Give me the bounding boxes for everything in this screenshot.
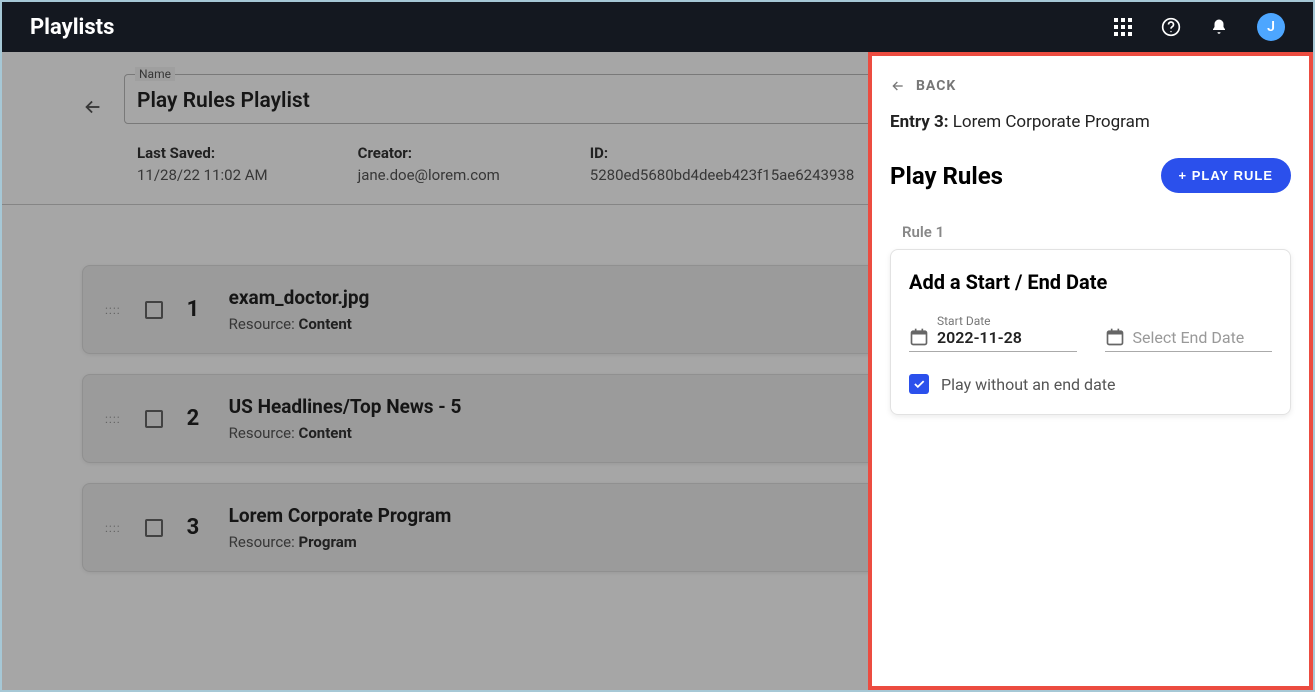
end-date-field[interactable]: Select End Date [1105, 314, 1273, 352]
rule-card: Add a Start / End Date Start Date 2022-1… [890, 249, 1291, 415]
notifications-icon[interactable] [1209, 17, 1229, 37]
start-date-field[interactable]: Start Date 2022-11-28 [909, 314, 1077, 352]
calendar-icon [909, 327, 929, 347]
end-date-placeholder: Select End Date [1133, 328, 1273, 347]
help-icon[interactable] [1161, 17, 1181, 37]
rule-card-title: Add a Start / End Date [909, 270, 1272, 294]
add-play-rule-button[interactable]: + PLAY RULE [1161, 158, 1291, 193]
apps-icon[interactable] [1113, 17, 1133, 37]
panel-heading: Play Rules [890, 162, 1003, 190]
panel-entry-label: Entry 3: Lorem Corporate Program [890, 112, 1291, 132]
no-end-date-label: Play without an end date [941, 375, 1115, 394]
calendar-icon [1105, 327, 1125, 347]
rule-label: Rule 1 [902, 223, 1291, 241]
avatar[interactable]: J [1257, 13, 1285, 41]
no-end-date-checkbox[interactable] [909, 374, 929, 394]
start-date-label: Start Date [937, 314, 1077, 328]
side-panel: BACK Entry 3: Lorem Corporate Program Pl… [868, 52, 1313, 690]
start-date-value: 2022-11-28 [937, 328, 1077, 347]
page-title: Playlists [30, 15, 114, 40]
panel-back-label: BACK [916, 78, 956, 94]
panel-back-button[interactable]: BACK [890, 78, 1291, 94]
